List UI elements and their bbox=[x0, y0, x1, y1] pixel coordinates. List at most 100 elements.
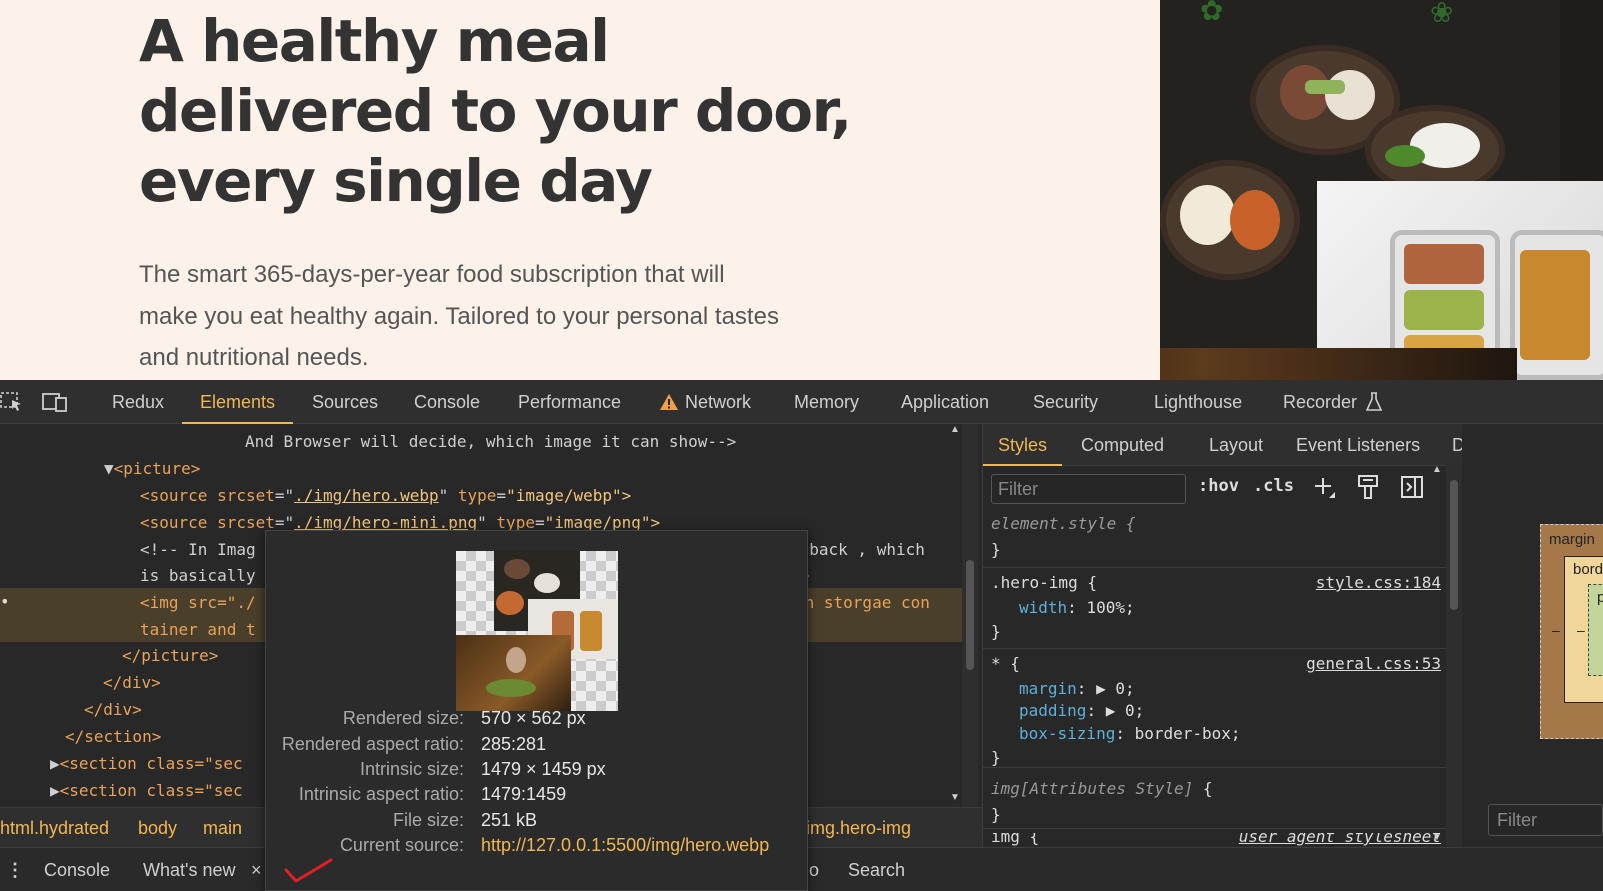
divider bbox=[983, 828, 1449, 829]
dom-node-close[interactable]: </div> bbox=[84, 696, 142, 723]
tab-lighthouse[interactable]: Lighthouse bbox=[1154, 380, 1242, 424]
tooltip-label: File size: bbox=[392, 810, 464, 830]
tab-event-listeners[interactable]: Event Listeners bbox=[1296, 424, 1420, 466]
scroll-down-icon[interactable]: ▼ bbox=[1432, 832, 1442, 843]
hero-description-line: and nutritional needs. bbox=[139, 344, 369, 371]
drawer-tab-partial[interactable]: o bbox=[809, 848, 819, 891]
dom-node-img[interactable]: tainer and t bbox=[140, 616, 256, 643]
tab-dom-breakpoints[interactable]: DOM Breakpoints bbox=[1452, 424, 1462, 466]
drawer-tab-search[interactable]: Search bbox=[848, 848, 905, 891]
computed-filter-input[interactable]: Filter bbox=[1488, 804, 1603, 836]
dom-comment[interactable]: <!-- In Imag bbox=[140, 536, 256, 563]
tab-layout[interactable]: Layout bbox=[1209, 424, 1263, 466]
divider bbox=[983, 648, 1449, 649]
tab-network[interactable]: Network bbox=[685, 380, 751, 424]
tab-console[interactable]: Console bbox=[414, 380, 480, 424]
dom-scrollbar-thumb[interactable] bbox=[966, 560, 974, 670]
dom-node-close[interactable]: </picture> bbox=[122, 642, 218, 669]
close-icon[interactable]: × bbox=[251, 848, 262, 891]
expand-arrow-icon[interactable]: ▶ bbox=[50, 781, 60, 800]
tooltip-label: Current source: bbox=[339, 835, 464, 855]
expand-arrow-icon[interactable]: ▶ bbox=[50, 754, 60, 773]
css-property[interactable]: margin bbox=[1019, 679, 1077, 698]
dom-node-close[interactable]: </div> bbox=[103, 669, 161, 696]
hero-title: A healthy meal delivered to your door, e… bbox=[139, 6, 899, 216]
hero-description-line: The smart 365-days-per-year food subscri… bbox=[139, 261, 725, 288]
tooltip-label: Rendered size: bbox=[342, 708, 464, 728]
new-style-rule-icon[interactable] bbox=[1313, 476, 1337, 505]
scroll-up-icon[interactable]: ▲ bbox=[1432, 464, 1442, 475]
paint-brush-icon[interactable] bbox=[1357, 474, 1379, 505]
tab-memory[interactable]: Memory bbox=[794, 380, 859, 424]
hero-title-line: delivered to your door, bbox=[139, 77, 852, 145]
tooltip-label: Rendered aspect ratio: bbox=[281, 734, 464, 754]
dom-node-close[interactable]: </section> bbox=[65, 723, 161, 750]
css-brace: } bbox=[991, 540, 1001, 559]
scroll-up-icon[interactable]: ▲ bbox=[950, 424, 960, 435]
tab-performance[interactable]: Performance bbox=[518, 380, 621, 424]
scroll-down-icon[interactable]: ▼ bbox=[950, 792, 960, 803]
breadcrumb-body[interactable]: body bbox=[138, 808, 177, 848]
styles-scrollbar-thumb[interactable] bbox=[1450, 480, 1458, 610]
hero-title-line: every single day bbox=[139, 147, 653, 215]
tab-security[interactable]: Security bbox=[1033, 380, 1098, 424]
tab-sources[interactable]: Sources bbox=[312, 380, 378, 424]
tooltip-value: 570 × 562 px bbox=[481, 708, 586, 728]
tooltip-label: Intrinsic size: bbox=[359, 759, 464, 779]
hero-image: ✿ ❀ bbox=[1160, 0, 1603, 380]
dom-node-img[interactable]: in storgae con bbox=[795, 589, 930, 616]
tab-elements[interactable]: Elements bbox=[182, 380, 294, 424]
css-property[interactable]: width bbox=[1019, 598, 1067, 617]
css-source-link[interactable]: style.css:184 bbox=[1316, 571, 1441, 595]
dom-node-source[interactable]: <source srcset="./img/hero.webp" type="i… bbox=[140, 482, 631, 509]
inspect-element-icon[interactable] bbox=[0, 392, 24, 417]
flask-icon bbox=[1365, 392, 1383, 417]
tab-redux[interactable]: Redux bbox=[112, 380, 164, 424]
dom-node-section[interactable]: ▶<section class="sec bbox=[50, 777, 243, 804]
dom-node-img[interactable]: <img src="./ bbox=[140, 589, 256, 616]
breadcrumb-img[interactable]: img.hero-img bbox=[806, 808, 911, 848]
tooltip-value: 285:281 bbox=[481, 734, 547, 754]
css-source-link[interactable]: general.css:53 bbox=[1306, 652, 1441, 676]
drawer-tab-console[interactable]: Console bbox=[44, 848, 110, 891]
dom-comment[interactable]: And Browser will decide, which image it … bbox=[245, 428, 736, 455]
checkmark-icon bbox=[284, 856, 334, 889]
dom-comment[interactable]: llback , which bbox=[790, 536, 925, 563]
dom-node-section[interactable]: ▶<section class="sec bbox=[50, 750, 243, 777]
breadcrumb-main[interactable]: main bbox=[203, 808, 242, 848]
selected-node-marker: • bbox=[0, 592, 10, 611]
drawer-tab-whats-new[interactable]: What's new bbox=[143, 848, 235, 891]
css-rule-img-ua[interactable]: img { user agent stylesheet bbox=[983, 833, 1449, 847]
tab-computed[interactable]: Computed bbox=[1081, 424, 1164, 466]
current-source-link[interactable]: http://127.0.0.1:5500/img/hero.webp bbox=[481, 832, 769, 858]
breadcrumb-html[interactable]: html.hydrated bbox=[0, 808, 109, 848]
css-selector: element.style { bbox=[991, 514, 1136, 533]
tab-recorder[interactable]: Recorder bbox=[1283, 380, 1357, 424]
toggle-sidebar-icon[interactable] bbox=[1400, 475, 1424, 504]
cls-button[interactable]: .cls bbox=[1253, 476, 1294, 496]
tooltip-value: 251 kB bbox=[481, 810, 538, 830]
css-value[interactable]: ▶ 0; bbox=[1086, 679, 1135, 698]
dom-node-picture[interactable]: ▼<picture> bbox=[104, 455, 200, 482]
css-rule-universal[interactable]: * { general.css:53 margin: ▶ 0; padding:… bbox=[983, 652, 1449, 777]
tab-application[interactable]: Application bbox=[901, 380, 989, 424]
expand-arrow-icon[interactable]: ▼ bbox=[104, 459, 114, 478]
css-value[interactable]: ▶ 0; bbox=[1096, 701, 1145, 720]
css-rule-hero-img[interactable]: .hero-img { style.css:184 width: 100%; } bbox=[983, 571, 1449, 647]
image-preview-thumbnail bbox=[456, 551, 618, 711]
css-value[interactable]: border-box; bbox=[1125, 724, 1241, 743]
hov-button[interactable]: :hov bbox=[1198, 476, 1239, 496]
css-property[interactable]: box-sizing bbox=[1019, 724, 1115, 743]
css-rule-attributes[interactable]: img[Attributes Style] { } bbox=[983, 777, 1449, 831]
styles-filter-input[interactable]: Filter bbox=[991, 474, 1186, 504]
css-rule-element-style[interactable]: element.style { } bbox=[983, 512, 1449, 570]
dom-comment[interactable]: is basically bbox=[140, 562, 256, 589]
hero-title-line: A healthy meal bbox=[139, 7, 610, 75]
css-property[interactable]: padding bbox=[1019, 701, 1086, 720]
device-toolbar-icon[interactable] bbox=[42, 392, 68, 417]
drawer-menu-icon[interactable]: ⋮ bbox=[6, 848, 24, 891]
box-model-padding[interactable]: pa bbox=[1588, 584, 1603, 676]
css-value[interactable]: 100%; bbox=[1077, 598, 1134, 617]
hero-description-line: make you eat healthy again. Tailored to … bbox=[139, 302, 779, 330]
tab-styles[interactable]: Styles bbox=[983, 424, 1063, 466]
